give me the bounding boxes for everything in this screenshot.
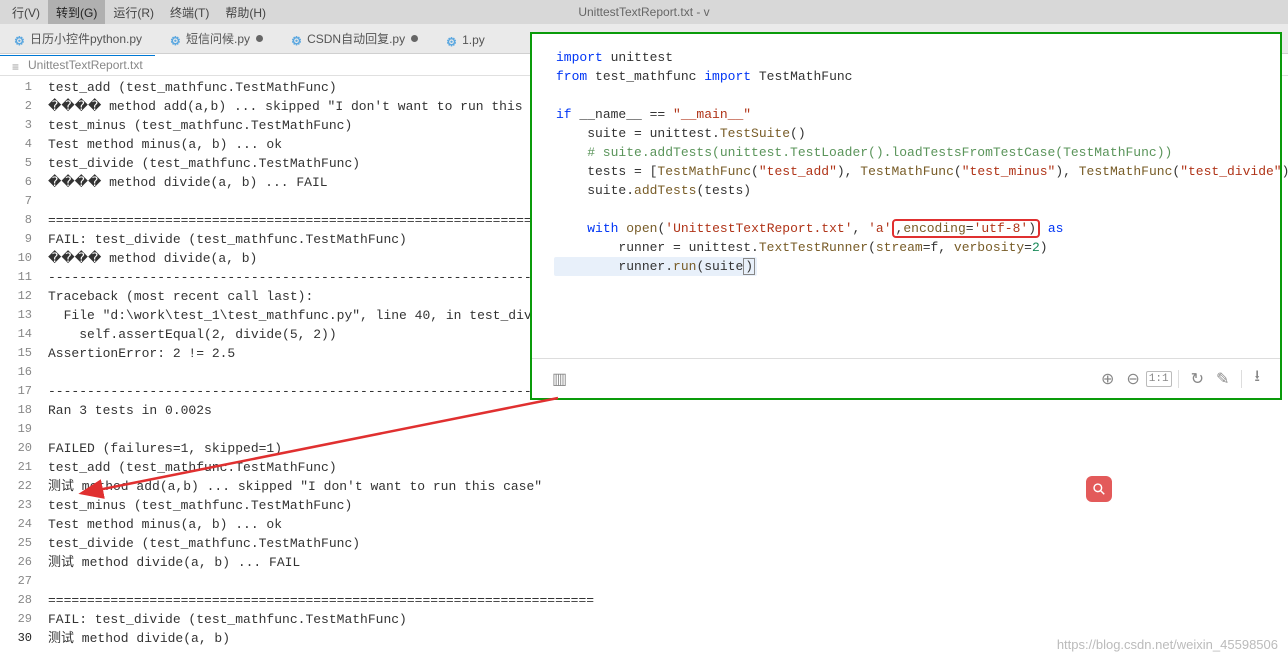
python-icon: ⚙: [446, 35, 456, 45]
menu-goto[interactable]: 转到(G): [48, 0, 105, 24]
tab-calendar[interactable]: ⚙ 日历小控件python.py: [0, 24, 156, 53]
subtab-label: UnittestTextReport.txt: [28, 58, 143, 72]
subtab-report[interactable]: ≡ UnittestTextReport.txt: [0, 55, 155, 74]
report-line: FAIL: test_divide (test_mathfunc.TestMat…: [48, 610, 1288, 629]
edit-icon[interactable]: ✎: [1210, 369, 1235, 389]
report-line: Test method minus(a, b) ... ok: [48, 515, 1288, 534]
code-overlay-panel: import unittestfrom test_mathfunc import…: [530, 32, 1282, 400]
one-to-one-icon[interactable]: 1:1: [1146, 371, 1172, 387]
report-line: Ran 3 tests in 0.002s: [48, 401, 1288, 420]
tab-label: CSDN自动回复.py: [307, 30, 405, 47]
line-gutter: 1234567891011121314151617181920212223242…: [0, 76, 40, 658]
layout-icon[interactable]: ▥: [546, 369, 573, 389]
tab-label: 日历小控件python.py: [30, 30, 142, 47]
modified-dot-icon: [411, 35, 418, 42]
report-line: ========================================…: [48, 591, 1288, 610]
python-source: import unittestfrom test_mathfunc import…: [532, 34, 1280, 290]
encoding-highlight: ,encoding='utf-8'): [892, 219, 1040, 238]
watermark: https://blog.csdn.net/weixin_45598506: [1057, 637, 1278, 652]
tab-csdn[interactable]: ⚙ CSDN自动回复.py: [277, 24, 432, 53]
report-line: FAILED (failures=1, skipped=1): [48, 439, 1288, 458]
download-icon[interactable]: ⭳: [1248, 365, 1266, 392]
menu-terminal[interactable]: 终端(T): [162, 0, 217, 24]
report-line: test_add (test_mathfunc.TestMathFunc): [48, 458, 1288, 477]
zoom-in-icon[interactable]: ⊕: [1095, 369, 1120, 389]
menu-run[interactable]: 运行(R): [105, 0, 162, 24]
report-line: test_divide (test_mathfunc.TestMathFunc): [48, 534, 1288, 553]
report-line: [48, 572, 1288, 591]
tab-sms[interactable]: ⚙ 短信问候.py: [156, 24, 277, 53]
python-icon: ⚙: [14, 34, 24, 44]
text-file-icon: ≡: [12, 60, 22, 70]
report-line: [48, 420, 1288, 439]
python-icon: ⚙: [170, 34, 180, 44]
tab-1py[interactable]: ⚙ 1.py: [432, 27, 499, 53]
tab-label: 短信问候.py: [186, 30, 250, 47]
python-icon: ⚙: [291, 34, 301, 44]
floating-search-button[interactable]: [1086, 476, 1112, 502]
rotate-icon[interactable]: ↻: [1185, 369, 1210, 389]
window-title: UnittestTextReport.txt - v: [578, 5, 709, 19]
zoom-out-icon[interactable]: ⊖: [1120, 369, 1145, 389]
divider: [1178, 370, 1179, 388]
tab-label: 1.py: [462, 33, 485, 47]
overlay-toolbar: ▥ ⊕ ⊖ 1:1 ↻ ✎ ⭳: [532, 358, 1280, 398]
modified-dot-icon: [256, 35, 263, 42]
menu-row[interactable]: 行(V): [4, 0, 48, 24]
menubar: 行(V) 转到(G) 运行(R) 终端(T) 帮助(H) UnittestTex…: [0, 0, 1288, 24]
menu-help[interactable]: 帮助(H): [217, 0, 274, 24]
report-line: 测试 method divide(a, b) ... FAIL: [48, 553, 1288, 572]
divider: [1241, 370, 1242, 388]
